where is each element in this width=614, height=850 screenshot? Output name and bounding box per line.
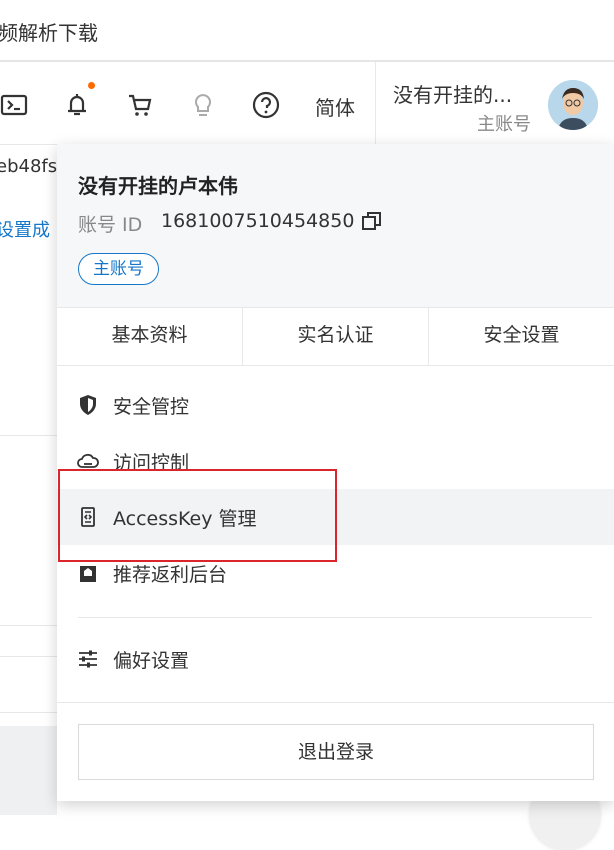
tab-real-name[interactable]: 实名认证: [243, 308, 429, 365]
terminal-icon[interactable]: [0, 91, 28, 119]
shield-icon: [77, 394, 99, 416]
divider: [57, 702, 614, 703]
page-title: 频解析下载: [0, 21, 98, 45]
account-tabs: 基本资料 实名认证 安全设置: [57, 307, 614, 366]
menu-item-label: 推荐返利后台: [113, 564, 228, 586]
cart-icon[interactable]: [126, 91, 154, 119]
help-icon[interactable]: [252, 91, 280, 119]
menu-item-label: 偏好设置: [113, 650, 190, 672]
lightbulb-icon[interactable]: [189, 91, 217, 119]
role-badge: 主账号: [78, 253, 159, 285]
menu-item-label: 安全管控: [113, 396, 190, 418]
avatar[interactable]: [548, 80, 598, 130]
menu-item-preferences[interactable]: 偏好设置: [57, 631, 614, 687]
user-name: 没有开挂的卢本伟: [78, 174, 238, 198]
account-role: 主账号: [477, 114, 531, 135]
account-header: 没有开挂的卢本伟 账号 ID 1681007510454850 主账号: [57, 144, 614, 307]
logout-button[interactable]: 退出登录: [78, 724, 594, 780]
divider: [78, 617, 592, 618]
highlight-box: [58, 469, 337, 562]
rebate-icon: [77, 562, 99, 584]
account-id-label: 账号 ID: [78, 214, 143, 236]
notification-dot: [88, 82, 95, 89]
background-link[interactable]: 设置成: [0, 216, 50, 242]
page-title-bar: 频解析下载: [0, 0, 614, 62]
language-switch[interactable]: 简体: [315, 92, 355, 121]
tab-security-settings[interactable]: 安全设置: [429, 308, 614, 365]
background-panel: [0, 726, 57, 815]
sliders-icon: [77, 648, 99, 670]
divider: [0, 656, 57, 657]
divider: [0, 712, 57, 713]
divider: [0, 435, 57, 436]
top-toolbar: 简体 没有开挂的... 主账号: [0, 62, 614, 145]
tab-basic-info[interactable]: 基本资料: [57, 308, 243, 365]
background-text: eb48fs: [0, 156, 58, 177]
divider: [375, 62, 376, 144]
bell-icon[interactable]: [63, 91, 91, 119]
account-id-value: 1681007510454850: [161, 210, 355, 232]
divider: [0, 625, 57, 626]
copy-icon[interactable]: [361, 210, 383, 232]
menu-item-security-control[interactable]: 安全管控: [57, 377, 614, 433]
account-name[interactable]: 没有开挂的...: [393, 79, 512, 108]
